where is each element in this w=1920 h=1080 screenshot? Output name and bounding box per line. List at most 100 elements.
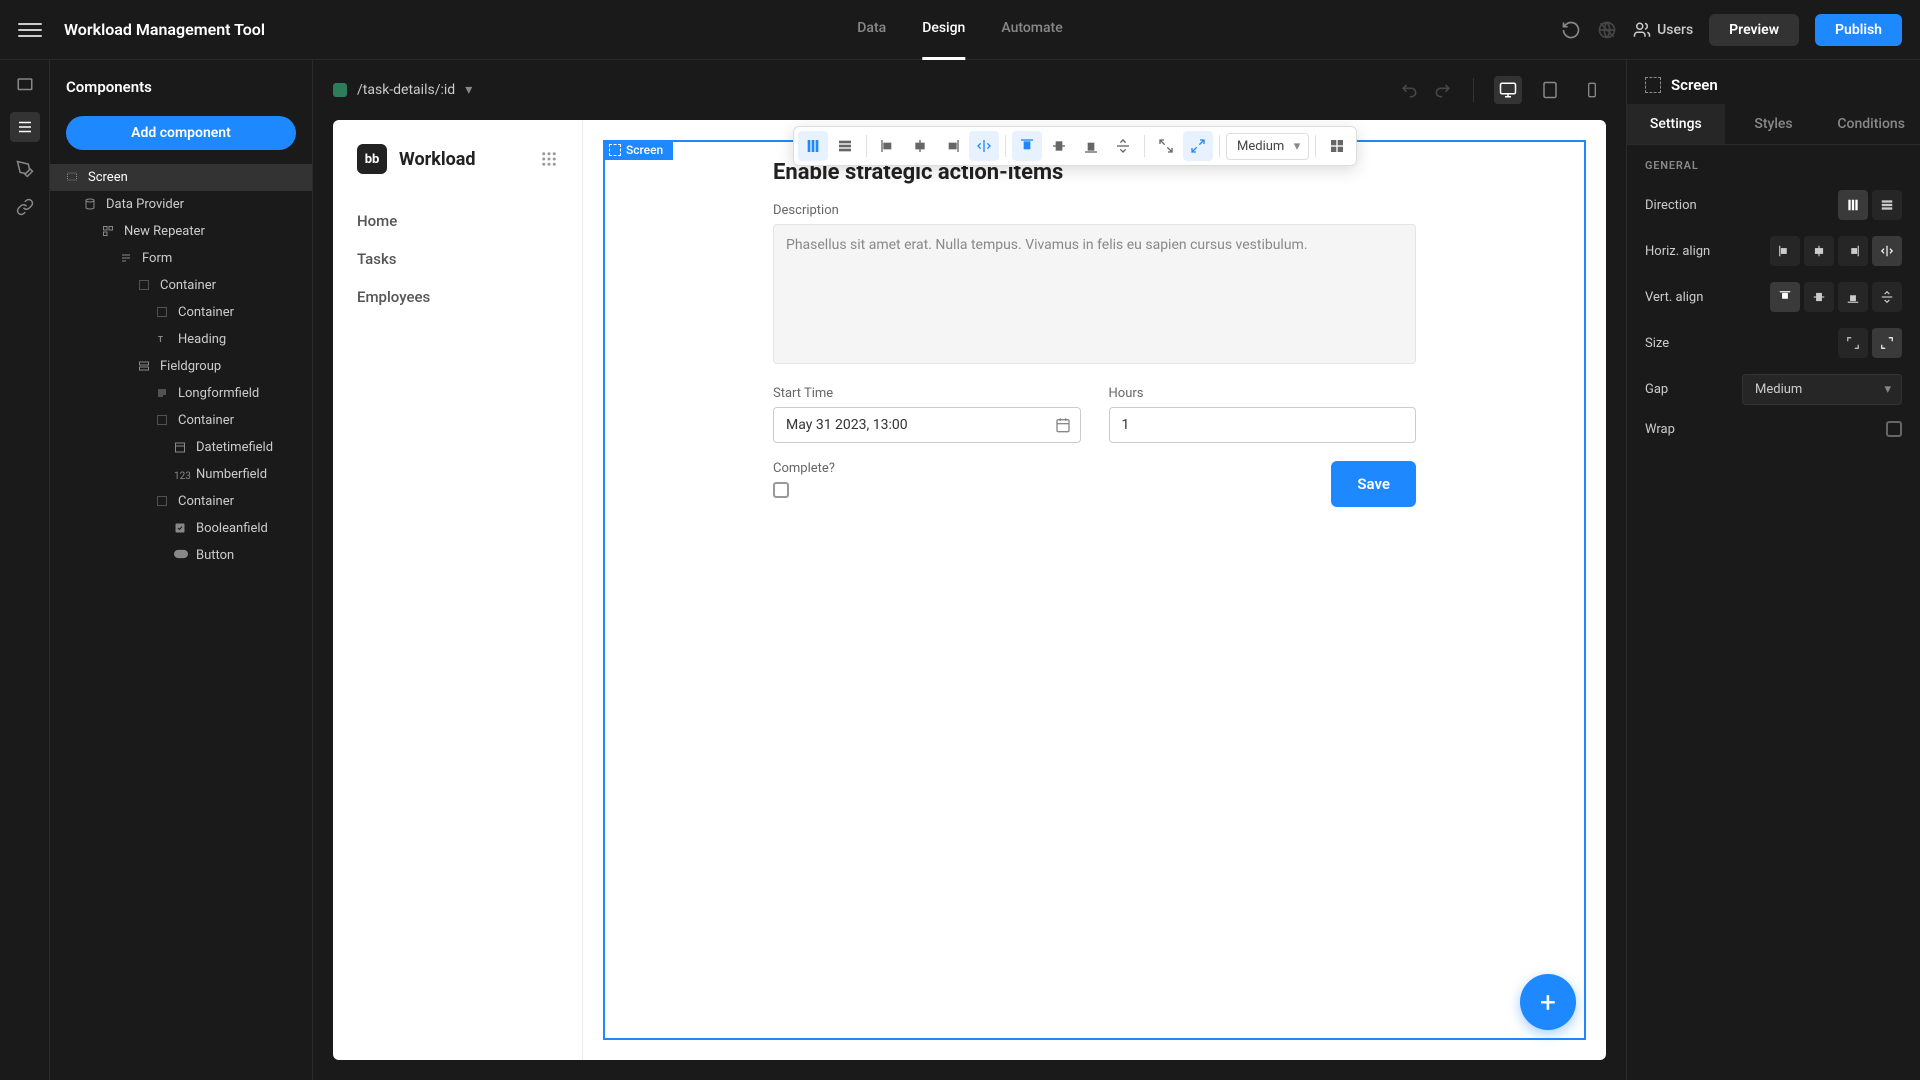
size-grow-icon[interactable] bbox=[1872, 328, 1902, 358]
start-time-input[interactable] bbox=[773, 407, 1081, 443]
tab-styles[interactable]: Styles bbox=[1725, 104, 1823, 144]
tree-row-container[interactable]: Container bbox=[50, 272, 312, 299]
left-rail bbox=[0, 60, 50, 1080]
tree-row-fieldgroup[interactable]: Fieldgroup bbox=[50, 353, 312, 380]
valign-top-icon[interactable] bbox=[1770, 282, 1800, 312]
users-link[interactable]: Users bbox=[1633, 21, 1693, 39]
publish-button[interactable]: Publish bbox=[1815, 14, 1902, 46]
valign-stretch-icon[interactable] bbox=[1872, 282, 1902, 312]
form-row: Start Time Hours bbox=[773, 386, 1416, 443]
container-icon bbox=[156, 306, 170, 320]
tree-row-container[interactable]: Container bbox=[50, 299, 312, 326]
number-icon: 123 bbox=[174, 468, 188, 482]
valign-bottom-icon[interactable] bbox=[1076, 131, 1106, 161]
form-icon bbox=[120, 252, 134, 266]
undo-icon[interactable] bbox=[1399, 80, 1419, 100]
preview-nav-tasks[interactable]: Tasks bbox=[357, 240, 558, 278]
tree-row-form[interactable]: Form bbox=[50, 245, 312, 272]
fab-add-button[interactable]: + bbox=[1520, 974, 1576, 1030]
tree-label: Screen bbox=[88, 170, 128, 185]
tree-row-screen[interactable]: Screen bbox=[50, 164, 312, 191]
direction-row-icon[interactable] bbox=[830, 131, 860, 161]
divider bbox=[1144, 135, 1145, 157]
users-label: Users bbox=[1657, 22, 1693, 38]
undo-history-icon[interactable] bbox=[1561, 20, 1581, 40]
tab-design[interactable]: Design bbox=[922, 0, 965, 60]
valign-bottom-icon[interactable] bbox=[1838, 282, 1868, 312]
component-panel: Components Add component ScreenData Prov… bbox=[50, 60, 313, 1080]
grid-settings-icon[interactable] bbox=[1322, 131, 1352, 161]
tree-label: Container bbox=[178, 494, 234, 509]
halign-label: Horiz. align bbox=[1645, 244, 1710, 259]
wrap-checkbox[interactable] bbox=[1886, 421, 1902, 437]
halign-stretch-icon[interactable] bbox=[1872, 236, 1902, 266]
tab-conditions[interactable]: Conditions bbox=[1822, 104, 1920, 144]
component-tree: ScreenData ProviderNew RepeaterFormConta… bbox=[50, 164, 312, 1080]
tree-row-heading[interactable]: THeading bbox=[50, 326, 312, 353]
rail-screens-icon[interactable] bbox=[14, 74, 36, 96]
add-component-button[interactable]: Add component bbox=[66, 116, 296, 150]
properties-header: Screen bbox=[1627, 60, 1920, 104]
preview-app-title: Workload bbox=[399, 149, 476, 170]
globe-disabled-icon[interactable] bbox=[1597, 20, 1617, 40]
size-grow-icon[interactable] bbox=[1183, 131, 1213, 161]
tree-label: Numberfield bbox=[196, 467, 267, 482]
direction-column-icon[interactable] bbox=[1838, 190, 1868, 220]
tree-row-data-provider[interactable]: Data Provider bbox=[50, 191, 312, 218]
container-icon bbox=[156, 414, 170, 428]
hamburger-icon[interactable] bbox=[18, 18, 42, 42]
halign-center-icon[interactable] bbox=[1804, 236, 1834, 266]
direction-row-icon[interactable] bbox=[1872, 190, 1902, 220]
gap-label: Gap bbox=[1645, 382, 1668, 397]
complete-checkbox[interactable] bbox=[773, 482, 789, 498]
layout-toolbar: Medium bbox=[793, 126, 1357, 166]
valign-top-icon[interactable] bbox=[1012, 131, 1042, 161]
preview-logo-box: bb bbox=[357, 144, 387, 174]
preview-nav-home[interactable]: Home bbox=[357, 202, 558, 240]
top-tabs: Data Design Automate bbox=[857, 0, 1062, 60]
tree-row-button[interactable]: Button bbox=[50, 542, 312, 569]
tree-row-booleanfield[interactable]: Booleanfield bbox=[50, 515, 312, 542]
rail-theme-icon[interactable] bbox=[14, 158, 36, 180]
device-tablet-icon[interactable] bbox=[1536, 76, 1564, 104]
preview-nav-employees[interactable]: Employees bbox=[357, 278, 558, 316]
tab-automate[interactable]: Automate bbox=[1001, 0, 1062, 60]
rail-components-icon[interactable] bbox=[10, 112, 40, 142]
halign-right-icon[interactable] bbox=[1838, 236, 1868, 266]
preview-logo: bb Workload bbox=[357, 144, 476, 174]
halign-center-icon[interactable] bbox=[905, 131, 935, 161]
halign-stretch-icon[interactable] bbox=[969, 131, 999, 161]
valign-middle-icon[interactable] bbox=[1804, 282, 1834, 312]
tree-label: Button bbox=[196, 548, 234, 563]
save-button[interactable]: Save bbox=[1331, 461, 1416, 507]
size-shrink-icon[interactable] bbox=[1151, 131, 1181, 161]
tree-label: Container bbox=[178, 413, 234, 428]
valign-stretch-icon[interactable] bbox=[1108, 131, 1138, 161]
route-selector[interactable]: /task-details/:id ▾ bbox=[333, 82, 472, 98]
halign-left-icon[interactable] bbox=[1770, 236, 1800, 266]
tab-data[interactable]: Data bbox=[857, 0, 886, 60]
device-mobile-icon[interactable] bbox=[1578, 76, 1606, 104]
gap-select[interactable]: Medium bbox=[1742, 374, 1902, 405]
tab-settings[interactable]: Settings bbox=[1627, 104, 1725, 144]
tree-row-datetimefield[interactable]: Datetimefield bbox=[50, 434, 312, 461]
halign-left-icon[interactable] bbox=[873, 131, 903, 161]
size-shrink-icon[interactable] bbox=[1838, 328, 1868, 358]
device-desktop-icon[interactable] bbox=[1494, 76, 1522, 104]
tree-row-longformfield[interactable]: Longformfield bbox=[50, 380, 312, 407]
apps-grid-icon[interactable] bbox=[540, 150, 558, 168]
tree-row-container[interactable]: Container bbox=[50, 488, 312, 515]
rail-link-icon[interactable] bbox=[14, 196, 36, 218]
description-textarea[interactable] bbox=[773, 224, 1416, 364]
tree-row-numberfield[interactable]: 123 Numberfield bbox=[50, 461, 312, 488]
tree-row-new-repeater[interactable]: New Repeater bbox=[50, 218, 312, 245]
gap-select[interactable]: Medium bbox=[1226, 133, 1309, 160]
redo-icon[interactable] bbox=[1433, 80, 1453, 100]
calendar-icon[interactable] bbox=[1055, 417, 1071, 433]
preview-button[interactable]: Preview bbox=[1709, 14, 1799, 46]
halign-right-icon[interactable] bbox=[937, 131, 967, 161]
hours-input[interactable] bbox=[1109, 407, 1417, 443]
tree-row-container[interactable]: Container bbox=[50, 407, 312, 434]
direction-column-icon[interactable] bbox=[798, 131, 828, 161]
valign-middle-icon[interactable] bbox=[1044, 131, 1074, 161]
